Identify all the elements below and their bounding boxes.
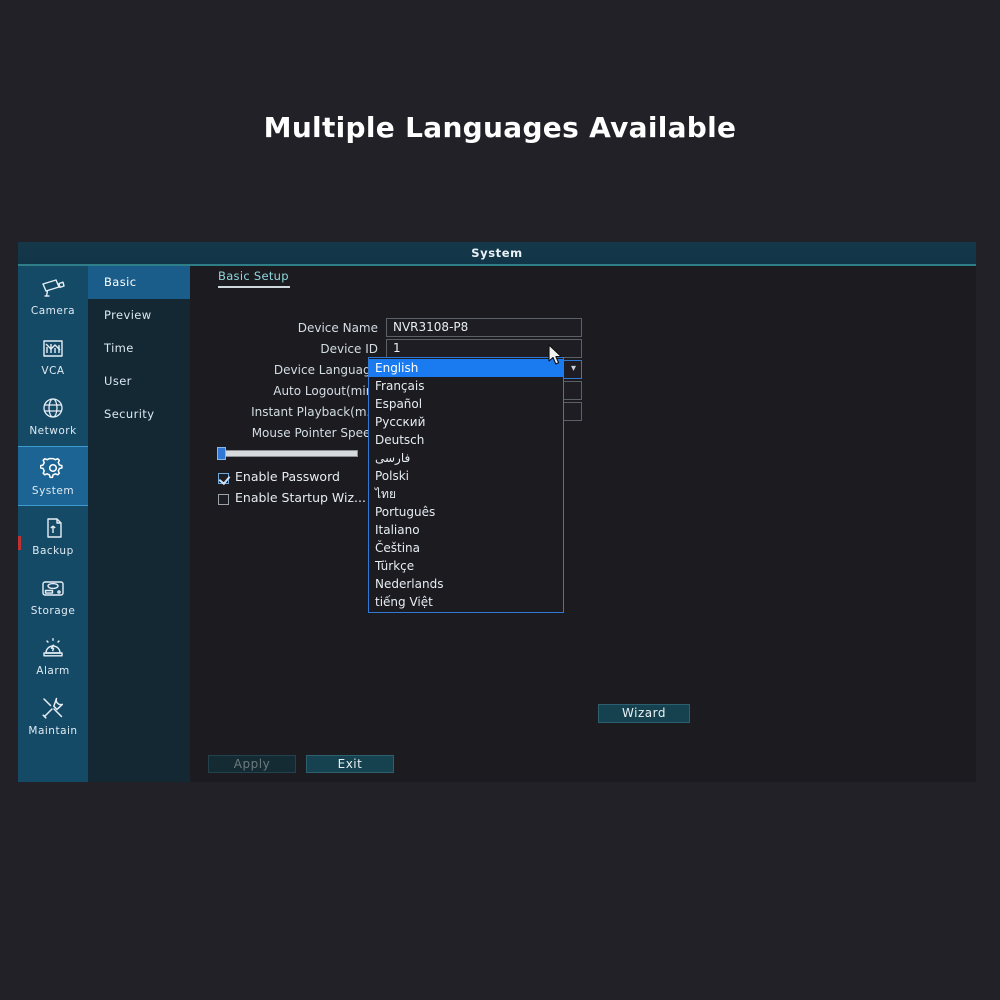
sidebar-item-label: Alarm [36, 665, 70, 677]
language-option[interactable]: Türkçe [369, 557, 563, 575]
siren-icon [40, 635, 66, 661]
primary-sidebar: Camera VCA Network System Backup Storage Alarm… [18, 266, 88, 782]
sidebar-item-storage[interactable]: Storage [18, 566, 88, 626]
sidebar-item-network[interactable]: Network [18, 386, 88, 446]
content-pane: Basic Setup Device Name NVR3108-P8 Devic… [190, 266, 976, 782]
analytics-chart-icon [40, 335, 66, 361]
tab-active-underline [218, 286, 290, 288]
exit-button[interactable]: Exit [306, 755, 394, 773]
device-name-input[interactable]: NVR3108-P8 [386, 318, 582, 337]
sidebar-item-backup[interactable]: Backup [18, 506, 88, 566]
tab-label: Basic Setup [218, 269, 289, 283]
wizard-button[interactable]: Wizard [598, 704, 690, 723]
language-option[interactable]: English [369, 359, 563, 377]
sidebar-item-alarm[interactable]: Alarm [18, 626, 88, 686]
language-option[interactable]: Nederlands [369, 575, 563, 593]
footer-button-bar: Apply Exit [208, 755, 608, 773]
row-device-language: Device Language English ▾ [190, 360, 976, 381]
sidebar-item-label: Camera [30, 305, 76, 317]
language-option[interactable]: فارسی [369, 449, 563, 467]
hard-disk-icon [40, 575, 66, 601]
label-instant-playback: Instant Playback(m... [251, 405, 378, 419]
tab-basic-setup[interactable]: Basic Setup [218, 269, 298, 288]
basic-setup-form: Device Name NVR3108-P8 Device ID 1 Devic… [190, 318, 976, 508]
window-title-bar: System [18, 242, 976, 264]
sidebar-item-camera[interactable]: Camera [18, 266, 88, 326]
language-option[interactable]: Français [369, 377, 563, 395]
secondary-sidebar: Basic Preview Time User Security [88, 266, 190, 782]
sidebar-item-label: Maintain [28, 725, 78, 737]
cctv-camera-icon [40, 275, 66, 301]
usb-drive-icon [40, 515, 66, 541]
device-id-input[interactable]: 1 [386, 339, 582, 358]
sidebar-item-label: Backup [32, 545, 74, 557]
sidebar-item-label: VCA [41, 365, 65, 377]
language-option[interactable]: ไทย [369, 485, 563, 503]
language-dropdown-list[interactable]: English Français Español Русский Deutsch فارس… [368, 357, 564, 613]
checkbox-enable-startup-wizard[interactable]: Enable Startup Wiz... [190, 487, 976, 508]
sidebar-item-maintain[interactable]: Maintain [18, 686, 88, 746]
row-mouse-pointer-speed: Mouse Pointer Speed [190, 423, 976, 444]
language-option[interactable]: Español [369, 395, 563, 413]
row-device-name: Device Name NVR3108-P8 [190, 318, 976, 339]
language-option[interactable]: tiếng Việt [369, 593, 563, 611]
checkbox-label: Enable Password [235, 469, 340, 484]
sidebar-item-label: Storage [30, 605, 76, 617]
globe-icon [40, 395, 66, 421]
label-device-language: Device Language [273, 363, 378, 377]
submenu-item-user[interactable]: User [88, 365, 190, 398]
mouse-pointer-speed-slider[interactable] [190, 444, 976, 466]
apply-button[interactable]: Apply [208, 755, 296, 773]
sidebar-item-system[interactable]: System [18, 446, 88, 506]
screenshot-root: Multiple Languages Available System Came… [0, 0, 1000, 1000]
submenu-item-time[interactable]: Time [88, 332, 190, 365]
submenu-item-basic[interactable]: Basic [88, 266, 190, 299]
submenu-item-preview[interactable]: Preview [88, 299, 190, 332]
row-device-id: Device ID 1 [190, 339, 976, 360]
row-instant-playback: Instant Playback(m... [190, 402, 976, 423]
language-option[interactable]: Русский [369, 413, 563, 431]
label-auto-logout: Auto Logout(min) [273, 384, 378, 398]
label-mouse-pointer-speed: Mouse Pointer Speed [251, 426, 378, 440]
chevron-down-icon: ▾ [570, 363, 576, 374]
row-auto-logout: Auto Logout(min) [190, 381, 976, 402]
checkbox-box[interactable] [218, 473, 229, 484]
checkbox-box[interactable] [218, 494, 229, 505]
sidebar-item-vca[interactable]: VCA [18, 326, 88, 386]
language-option[interactable]: Čeština [369, 539, 563, 557]
gear-icon [40, 455, 66, 481]
label-device-id: Device ID [320, 342, 378, 356]
sidebar-item-label: Network [29, 425, 77, 437]
slider-track[interactable] [218, 450, 358, 457]
slider-handle[interactable] [217, 447, 226, 460]
label-device-name: Device Name [297, 321, 378, 335]
language-option[interactable]: Português [369, 503, 563, 521]
language-option[interactable]: Italiano [369, 521, 563, 539]
wrench-screwdriver-icon [40, 695, 66, 721]
language-option[interactable]: Deutsch [369, 431, 563, 449]
checkbox-enable-password[interactable]: Enable Password [190, 466, 976, 487]
sidebar-item-label: System [31, 485, 75, 497]
submenu-item-security[interactable]: Security [88, 398, 190, 431]
language-option[interactable]: Polski [369, 467, 563, 485]
checkbox-label: Enable Startup Wiz... [235, 490, 366, 505]
page-title: Multiple Languages Available [263, 111, 737, 144]
